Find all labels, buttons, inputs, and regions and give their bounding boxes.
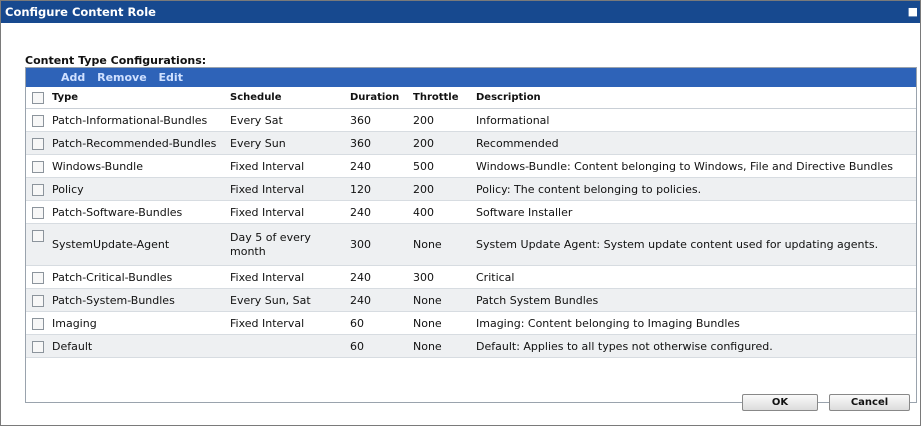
column-header-type[interactable]: Type [48, 87, 226, 109]
cell-type: Patch-Software-Bundles [48, 200, 226, 224]
table-row[interactable]: Imaging Fixed Interval 60 None Imaging: … [26, 311, 916, 335]
table-body: Patch-Informational-Bundles Every Sat 36… [26, 108, 916, 358]
row-checkbox[interactable] [26, 108, 48, 132]
cell-duration: 60 [346, 311, 409, 335]
cell-type: Patch-Critical-Bundles [48, 265, 226, 289]
cell-throttle: 400 [409, 200, 472, 224]
cell-throttle: 200 [409, 177, 472, 201]
content-type-table: Type Schedule Duration Throttle Descript… [26, 87, 916, 358]
table-row[interactable]: Windows-Bundle Fixed Interval 240 500 Wi… [26, 154, 916, 178]
table-row[interactable]: Patch-Recommended-Bundles Every Sun 360 … [26, 131, 916, 155]
content-type-table-panel: Add Remove Edit Type Schedule Duration T… [25, 67, 917, 403]
cell-duration: 360 [346, 131, 409, 155]
cell-description: Software Installer [472, 200, 916, 224]
cell-schedule: Fixed Interval [226, 154, 346, 178]
cell-description: System Update Agent: System update conte… [472, 223, 916, 266]
row-checkbox[interactable] [26, 311, 48, 335]
cell-type: Imaging [48, 311, 226, 335]
row-checkbox[interactable] [26, 288, 48, 312]
ok-button[interactable]: OK [742, 394, 818, 411]
cell-description: Patch System Bundles [472, 288, 916, 312]
cell-throttle: 500 [409, 154, 472, 178]
cell-duration: 360 [346, 108, 409, 132]
remove-link[interactable]: Remove [97, 71, 147, 84]
row-checkbox[interactable] [26, 223, 48, 266]
cell-throttle: None [409, 334, 472, 358]
table-row[interactable]: Policy Fixed Interval 120 200 Policy: Th… [26, 177, 916, 201]
cell-schedule [226, 334, 346, 358]
cell-duration: 60 [346, 334, 409, 358]
cell-schedule: Every Sun [226, 131, 346, 155]
section-label: Content Type Configurations: [25, 54, 207, 67]
cell-type: Windows-Bundle [48, 154, 226, 178]
cell-throttle: 200 [409, 108, 472, 132]
cell-schedule: Every Sun, Sat [226, 288, 346, 312]
column-header-description[interactable]: Description [472, 87, 916, 109]
table-row[interactable]: Patch-System-Bundles Every Sun, Sat 240 … [26, 288, 916, 312]
cell-throttle: None [409, 288, 472, 312]
row-checkbox[interactable] [26, 154, 48, 178]
configure-content-role-dialog: Configure Content Role ■ Content Type Co… [0, 0, 921, 426]
cell-type: Patch-System-Bundles [48, 288, 226, 312]
row-checkbox[interactable] [26, 131, 48, 155]
cell-type: Policy [48, 177, 226, 201]
table-header-row: Type Schedule Duration Throttle Descript… [26, 87, 916, 109]
cell-description: Critical [472, 265, 916, 289]
cell-duration: 240 [346, 288, 409, 312]
row-checkbox[interactable] [26, 177, 48, 201]
table-row[interactable]: Patch-Informational-Bundles Every Sat 36… [26, 108, 916, 132]
table-toolbar: Add Remove Edit [26, 68, 916, 87]
cell-schedule: Fixed Interval [226, 200, 346, 224]
cell-duration: 240 [346, 154, 409, 178]
cell-throttle: None [409, 223, 472, 266]
select-all-checkbox[interactable] [26, 87, 48, 109]
cancel-button[interactable]: Cancel [829, 394, 910, 411]
cell-duration: 300 [346, 223, 409, 266]
table-row[interactable]: Patch-Critical-Bundles Fixed Interval 24… [26, 265, 916, 289]
dialog-titlebar: Configure Content Role ■ [1, 1, 920, 23]
cell-description: Imaging: Content belonging to Imaging Bu… [472, 311, 916, 335]
cell-description: Informational [472, 108, 916, 132]
close-icon[interactable]: ■ [908, 1, 918, 23]
cell-type: Patch-Recommended-Bundles [48, 131, 226, 155]
cell-throttle: None [409, 311, 472, 335]
row-checkbox[interactable] [26, 334, 48, 358]
cell-throttle: 200 [409, 131, 472, 155]
column-header-schedule[interactable]: Schedule [226, 87, 346, 109]
cell-duration: 240 [346, 265, 409, 289]
cell-schedule: Fixed Interval [226, 265, 346, 289]
cell-type: Default [48, 334, 226, 358]
cell-schedule: Day 5 of every month [226, 223, 346, 266]
cell-type: Patch-Informational-Bundles [48, 108, 226, 132]
column-header-duration[interactable]: Duration [346, 87, 409, 109]
cell-description: Policy: The content belonging to policie… [472, 177, 916, 201]
cell-description: Windows-Bundle: Content belonging to Win… [472, 154, 916, 178]
cell-description: Default: Applies to all types not otherw… [472, 334, 916, 358]
add-link[interactable]: Add [61, 71, 85, 84]
edit-link[interactable]: Edit [159, 71, 183, 84]
cell-description: Recommended [472, 131, 916, 155]
dialog-title: Configure Content Role [5, 5, 156, 19]
cell-schedule: Every Sat [226, 108, 346, 132]
row-checkbox[interactable] [26, 200, 48, 224]
table-row[interactable]: Patch-Software-Bundles Fixed Interval 24… [26, 200, 916, 224]
row-checkbox[interactable] [26, 265, 48, 289]
table-row[interactable]: SystemUpdate-Agent Day 5 of every month … [26, 223, 916, 266]
cell-schedule: Fixed Interval [226, 311, 346, 335]
cell-type: SystemUpdate-Agent [48, 223, 226, 266]
cell-schedule: Fixed Interval [226, 177, 346, 201]
cell-throttle: 300 [409, 265, 472, 289]
cell-duration: 240 [346, 200, 409, 224]
cell-duration: 120 [346, 177, 409, 201]
table-row[interactable]: Default 60 None Default: Applies to all … [26, 334, 916, 358]
column-header-throttle[interactable]: Throttle [409, 87, 472, 109]
